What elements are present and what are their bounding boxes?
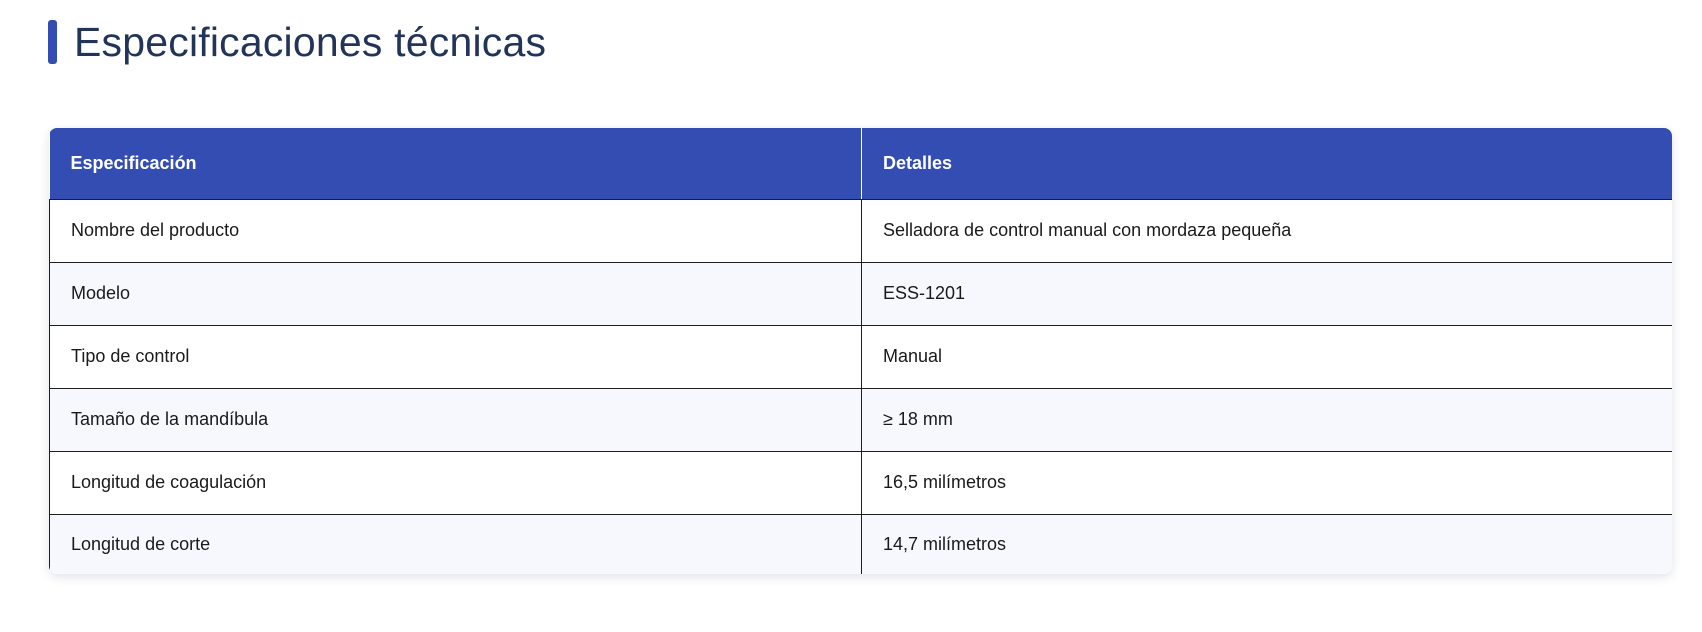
- table-row: Tamaño de la mandíbula ≥ 18 mm: [49, 388, 1672, 452]
- spec-name-cell: Nombre del producto: [49, 199, 862, 263]
- table-row: Nombre del producto Selladora de control…: [49, 199, 1672, 263]
- spec-name-cell: Longitud de corte: [49, 514, 862, 574]
- table-header-row: Especificación Detalles: [49, 128, 1672, 200]
- column-header-details: Detalles: [861, 128, 1672, 200]
- table-row: Modelo ESS-1201: [49, 262, 1672, 326]
- spec-value-cell: Selladora de control manual con mordaza …: [861, 199, 1672, 263]
- column-header-specification: Especificación: [49, 128, 862, 200]
- spec-value-cell: ESS-1201: [861, 262, 1672, 326]
- spec-value-cell: Manual: [861, 325, 1672, 389]
- spec-value-cell: ≥ 18 mm: [861, 388, 1672, 452]
- section-heading: Especificaciones técnicas: [48, 14, 546, 70]
- spec-name-cell: Longitud de coagulación: [49, 451, 862, 515]
- table-row: Tipo de control Manual: [49, 325, 1672, 389]
- spec-table-container: Especificación Detalles Nombre del produ…: [49, 128, 1672, 574]
- spec-name-cell: Modelo: [49, 262, 862, 326]
- spec-value-cell: 14,7 milímetros: [861, 514, 1672, 574]
- table-row: Longitud de corte 14,7 milímetros: [49, 514, 1672, 574]
- spec-value-cell: 16,5 milímetros: [861, 451, 1672, 515]
- spec-name-cell: Tamaño de la mandíbula: [49, 388, 862, 452]
- table-row: Longitud de coagulación 16,5 milímetros: [49, 451, 1672, 515]
- spec-table: Especificación Detalles Nombre del produ…: [49, 128, 1672, 574]
- heading-accent-bar: [48, 20, 57, 64]
- table-body: Nombre del producto Selladora de control…: [49, 199, 1672, 574]
- spec-name-cell: Tipo de control: [49, 325, 862, 389]
- table-header: Especificación Detalles: [49, 128, 1672, 200]
- page-title: Especificaciones técnicas: [74, 18, 547, 65]
